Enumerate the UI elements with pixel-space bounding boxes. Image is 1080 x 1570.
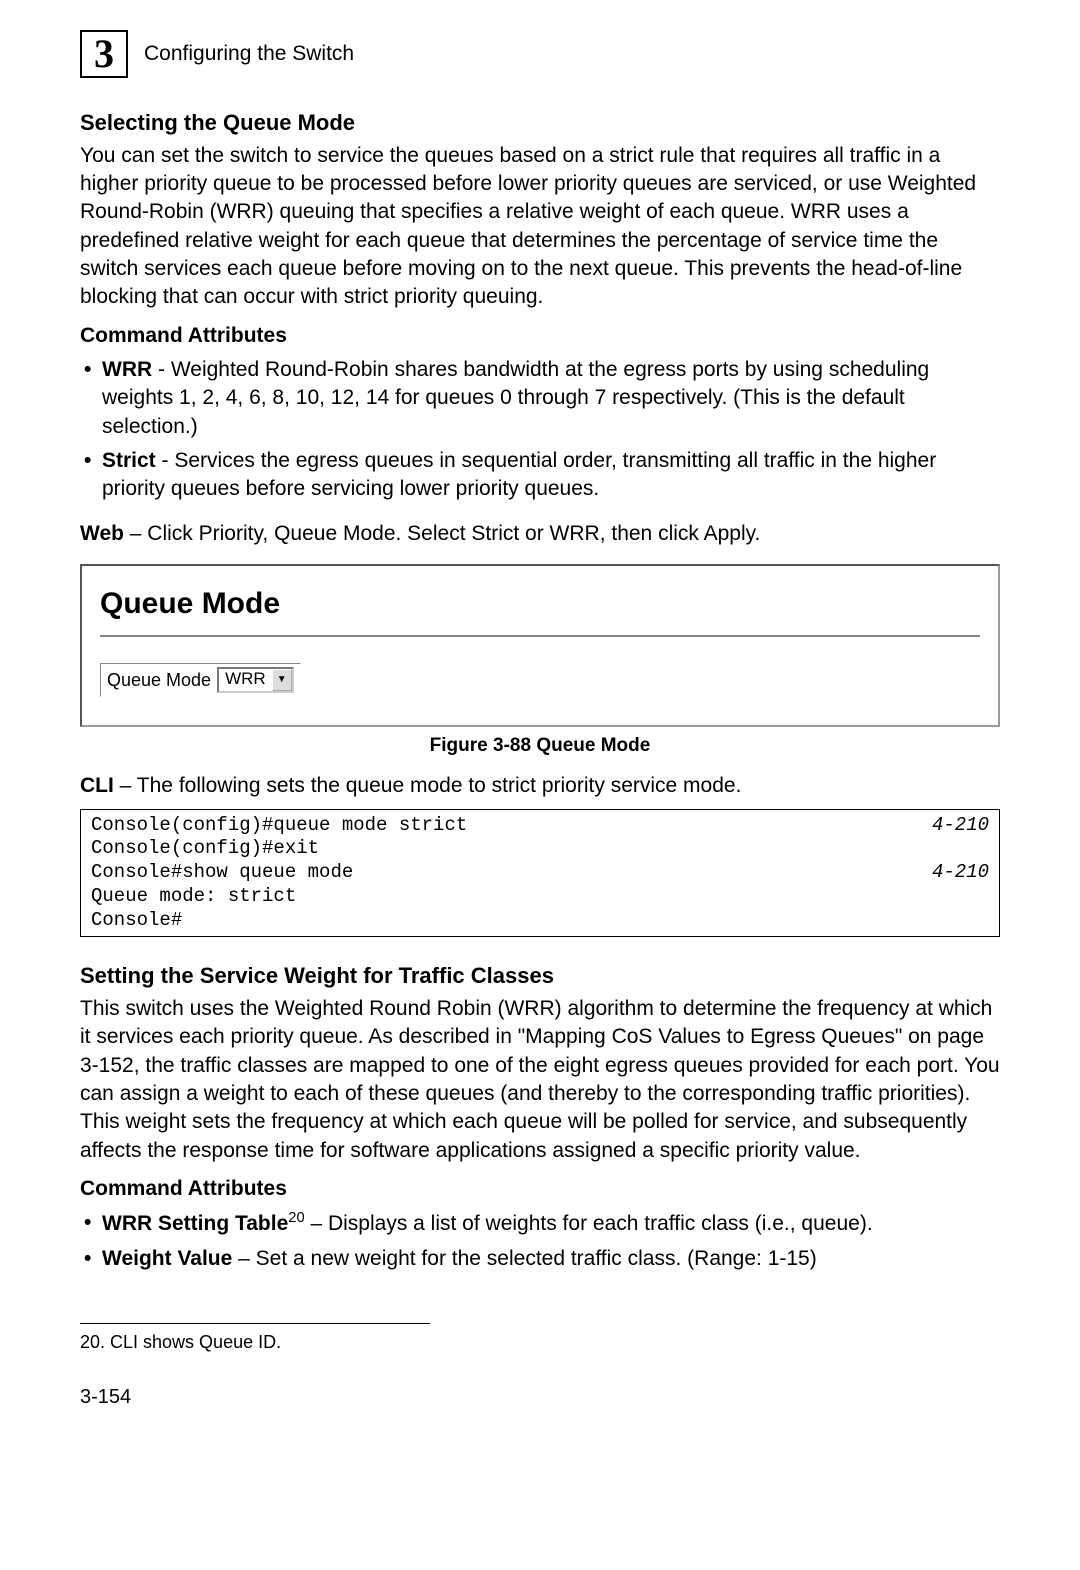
page-header: 3 Configuring the Switch bbox=[80, 30, 1000, 78]
cli-row: Console(config)#exit bbox=[91, 837, 989, 861]
figure-caption: Figure 3-88 Queue Mode bbox=[80, 733, 1000, 759]
cli-output-box: Console(config)#queue mode strict 4-210 … bbox=[80, 809, 1000, 938]
list-item: WRR - Weighted Round-Robin shares bandwi… bbox=[102, 356, 1000, 441]
footnote-ref: 20 bbox=[288, 1210, 304, 1226]
cli-row: Console(config)#queue mode strict 4-210 bbox=[91, 814, 989, 838]
bullet-term: Weight Value bbox=[102, 1247, 232, 1270]
cli-label: CLI bbox=[80, 774, 114, 797]
command-attributes-heading: Command Attributes bbox=[80, 1175, 1000, 1203]
list-item: Weight Value – Set a new weight for the … bbox=[102, 1245, 1000, 1273]
cli-text: Console(config)#exit bbox=[91, 837, 319, 861]
command-attributes-heading: Command Attributes bbox=[80, 322, 1000, 350]
section-heading-service-weight: Setting the Service Weight for Traffic C… bbox=[80, 961, 1000, 991]
cli-row: Console#show queue mode 4-210 bbox=[91, 861, 989, 885]
chapter-title: Configuring the Switch bbox=[144, 40, 354, 68]
cli-text: Console(config)#queue mode strict bbox=[91, 814, 467, 838]
cli-ref: 4-210 bbox=[932, 861, 989, 885]
figure-panel-title: Queue Mode bbox=[100, 584, 980, 637]
section-body: You can set the switch to service the qu… bbox=[80, 142, 1000, 312]
footnote-text: 20. CLI shows Queue ID. bbox=[80, 1330, 1000, 1354]
cli-row: Queue mode: strict bbox=[91, 885, 989, 909]
cli-text: Console#show queue mode bbox=[91, 861, 353, 885]
bullet-term: WRR Setting Table bbox=[102, 1212, 288, 1235]
bullet-list: WRR Setting Table20 – Displays a list of… bbox=[80, 1209, 1000, 1273]
cli-ref: 4-210 bbox=[932, 814, 989, 838]
cli-text: Console# bbox=[91, 909, 182, 933]
queue-mode-row: Queue Mode WRR ▼ bbox=[100, 663, 301, 697]
bullet-desc: - Weighted Round-Robin shares bandwidth … bbox=[102, 358, 929, 438]
list-item: Strict - Services the egress queues in s… bbox=[102, 447, 1000, 504]
web-text: – Click Priority, Queue Mode. Select Str… bbox=[124, 522, 760, 545]
queue-mode-label: Queue Mode bbox=[107, 668, 211, 692]
bullet-desc: – Displays a list of weights for each tr… bbox=[305, 1212, 873, 1235]
cli-instruction: CLI – The following sets the queue mode … bbox=[80, 772, 1000, 800]
section-heading-queue-mode: Selecting the Queue Mode bbox=[80, 108, 1000, 138]
dropdown-value: WRR bbox=[219, 668, 272, 691]
figure-panel: Queue Mode Queue Mode WRR ▼ bbox=[80, 564, 1000, 727]
chapter-number-badge: 3 bbox=[80, 30, 128, 78]
queue-mode-dropdown[interactable]: WRR ▼ bbox=[217, 667, 294, 693]
bullet-desc: – Set a new weight for the selected traf… bbox=[232, 1247, 816, 1270]
cli-row: Console# bbox=[91, 909, 989, 933]
cli-intro: – The following sets the queue mode to s… bbox=[114, 774, 742, 797]
page-number: 3-154 bbox=[80, 1384, 1000, 1411]
section-body: This switch uses the Weighted Round Robi… bbox=[80, 995, 1000, 1165]
list-item: WRR Setting Table20 – Displays a list of… bbox=[102, 1209, 1000, 1238]
bullet-list: WRR - Weighted Round-Robin shares bandwi… bbox=[80, 356, 1000, 504]
bullet-term: Strict bbox=[102, 449, 156, 472]
web-label: Web bbox=[80, 522, 124, 545]
bullet-term: WRR bbox=[102, 358, 152, 381]
web-instruction: Web – Click Priority, Queue Mode. Select… bbox=[80, 520, 1000, 548]
cli-text: Queue mode: strict bbox=[91, 885, 296, 909]
footnote-divider bbox=[80, 1323, 430, 1324]
bullet-desc: - Services the egress queues in sequenti… bbox=[102, 449, 936, 500]
chevron-down-icon[interactable]: ▼ bbox=[272, 669, 292, 691]
